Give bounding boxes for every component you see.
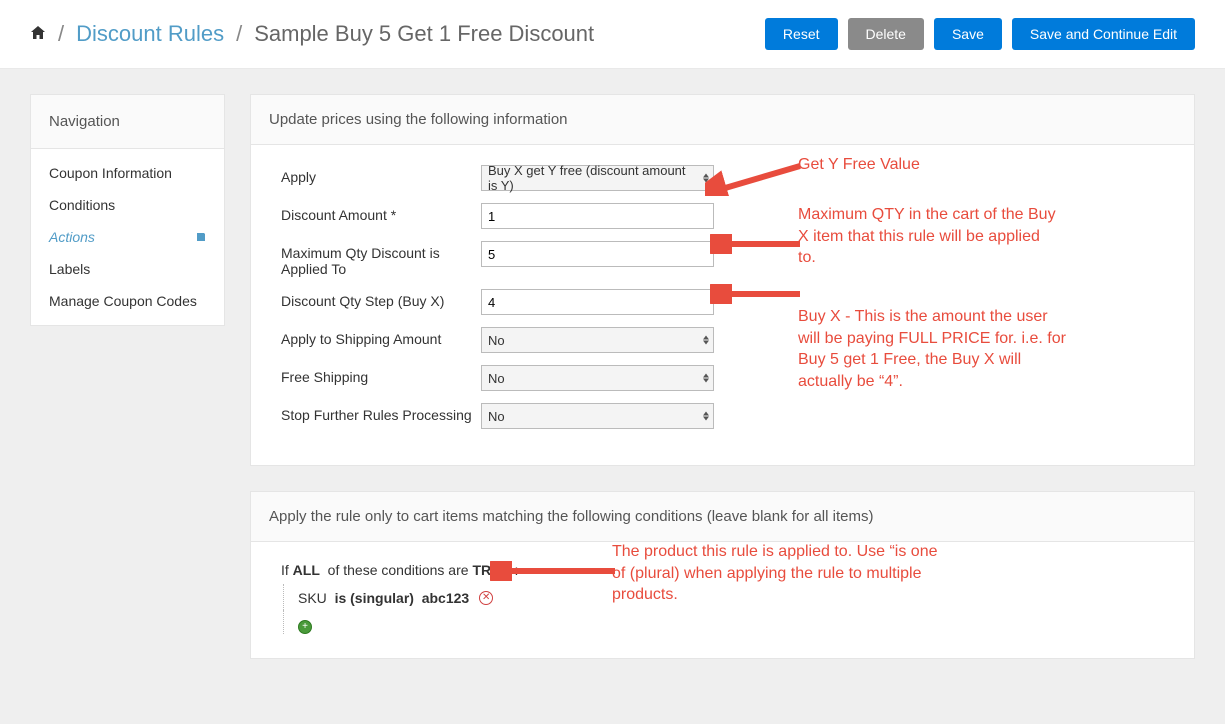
add-condition-icon[interactable]: + <box>298 620 312 634</box>
remove-condition-icon[interactable]: ✕ <box>479 591 493 605</box>
sidebar-item-label: Conditions <box>49 197 115 213</box>
cond-all-toggle[interactable]: ALL <box>293 562 320 578</box>
panel-title: Apply the rule only to cart items matchi… <box>251 492 1194 542</box>
input-max-qty[interactable] <box>481 241 714 267</box>
save-button[interactable]: Save <box>934 18 1002 50</box>
sidebar-item-labels[interactable]: Labels <box>31 253 224 285</box>
cond-operator[interactable]: is (singular) <box>335 590 414 606</box>
select-value: No <box>488 409 505 424</box>
select-value: Buy X get Y free (discount amount is Y) <box>488 163 691 193</box>
label-max-qty: Maximum Qty Discount is Applied To <box>281 241 481 277</box>
chevron-updown-icon <box>703 374 709 383</box>
breadcrumb-sep: / <box>58 21 64 47</box>
select-stop-rules[interactable]: No <box>481 403 714 429</box>
panel-update-prices: Update prices using the following inform… <box>250 94 1195 466</box>
delete-button[interactable]: Delete <box>848 18 924 50</box>
sidebar-item-manage-coupon[interactable]: Manage Coupon Codes <box>31 285 224 317</box>
select-apply-shipping[interactable]: No <box>481 327 714 353</box>
annotation-arrow <box>705 156 805 196</box>
label-stop-rules: Stop Further Rules Processing <box>281 403 481 423</box>
sidebar-item-label: Actions <box>49 229 95 245</box>
annotation-arrow <box>490 561 620 581</box>
panel-title: Update prices using the following inform… <box>251 95 1194 145</box>
sidebar-item-conditions[interactable]: Conditions <box>31 189 224 221</box>
sidebar-item-label: Labels <box>49 261 90 277</box>
select-value: No <box>488 333 505 348</box>
page-title: Sample Buy 5 Get 1 Free Discount <box>254 21 594 47</box>
label-free-shipping: Free Shipping <box>281 365 481 385</box>
input-discount-amount[interactable] <box>481 203 714 229</box>
panel-conditions: Apply the rule only to cart items matchi… <box>250 491 1195 659</box>
sidebar-item-actions[interactable]: Actions <box>31 221 224 253</box>
select-apply[interactable]: Buy X get Y free (discount amount is Y) <box>481 165 714 191</box>
label-discount-amount: Discount Amount * <box>281 203 481 223</box>
cond-text: If <box>281 562 289 578</box>
sidebar-item-label: Manage Coupon Codes <box>49 293 197 309</box>
main-content: Update prices using the following inform… <box>250 94 1195 684</box>
label-apply-shipping: Apply to Shipping Amount <box>281 327 481 347</box>
breadcrumb-sep: / <box>236 21 242 47</box>
condition-header: If ALL of these conditions are TRUE : <box>281 562 1164 578</box>
page-body: Navigation Coupon Information Conditions… <box>0 69 1225 724</box>
input-qty-step[interactable] <box>481 289 714 315</box>
chevron-updown-icon <box>703 412 709 421</box>
label-qty-step: Discount Qty Step (Buy X) <box>281 289 481 309</box>
cond-value[interactable]: abc123 <box>422 590 469 606</box>
sidebar-title: Navigation <box>31 95 224 149</box>
sidebar: Navigation Coupon Information Conditions… <box>30 94 225 684</box>
select-free-shipping[interactable]: No <box>481 365 714 391</box>
select-value: No <box>488 371 505 386</box>
annotation-arrow <box>710 234 805 254</box>
condition-row: SKU is (singular) abc123 ✕ <box>283 584 1164 610</box>
changed-indicator-icon <box>196 229 206 245</box>
cond-text: of these conditions are <box>328 562 469 578</box>
sidebar-item-label: Coupon Information <box>49 165 172 181</box>
save-continue-button[interactable]: Save and Continue Edit <box>1012 18 1195 50</box>
label-apply: Apply <box>281 165 481 185</box>
breadcrumb: / Discount Rules / Sample Buy 5 Get 1 Fr… <box>30 21 765 47</box>
chevron-updown-icon <box>703 336 709 345</box>
annotation-arrow <box>710 284 805 304</box>
home-icon[interactable] <box>30 21 46 47</box>
reset-button[interactable]: Reset <box>765 18 838 50</box>
cond-attr[interactable]: SKU <box>298 590 327 606</box>
breadcrumb-link-discount-rules[interactable]: Discount Rules <box>76 21 224 47</box>
topbar: / Discount Rules / Sample Buy 5 Get 1 Fr… <box>0 0 1225 69</box>
action-buttons: Reset Delete Save Save and Continue Edit <box>765 18 1195 50</box>
sidebar-item-coupon-info[interactable]: Coupon Information <box>31 157 224 189</box>
